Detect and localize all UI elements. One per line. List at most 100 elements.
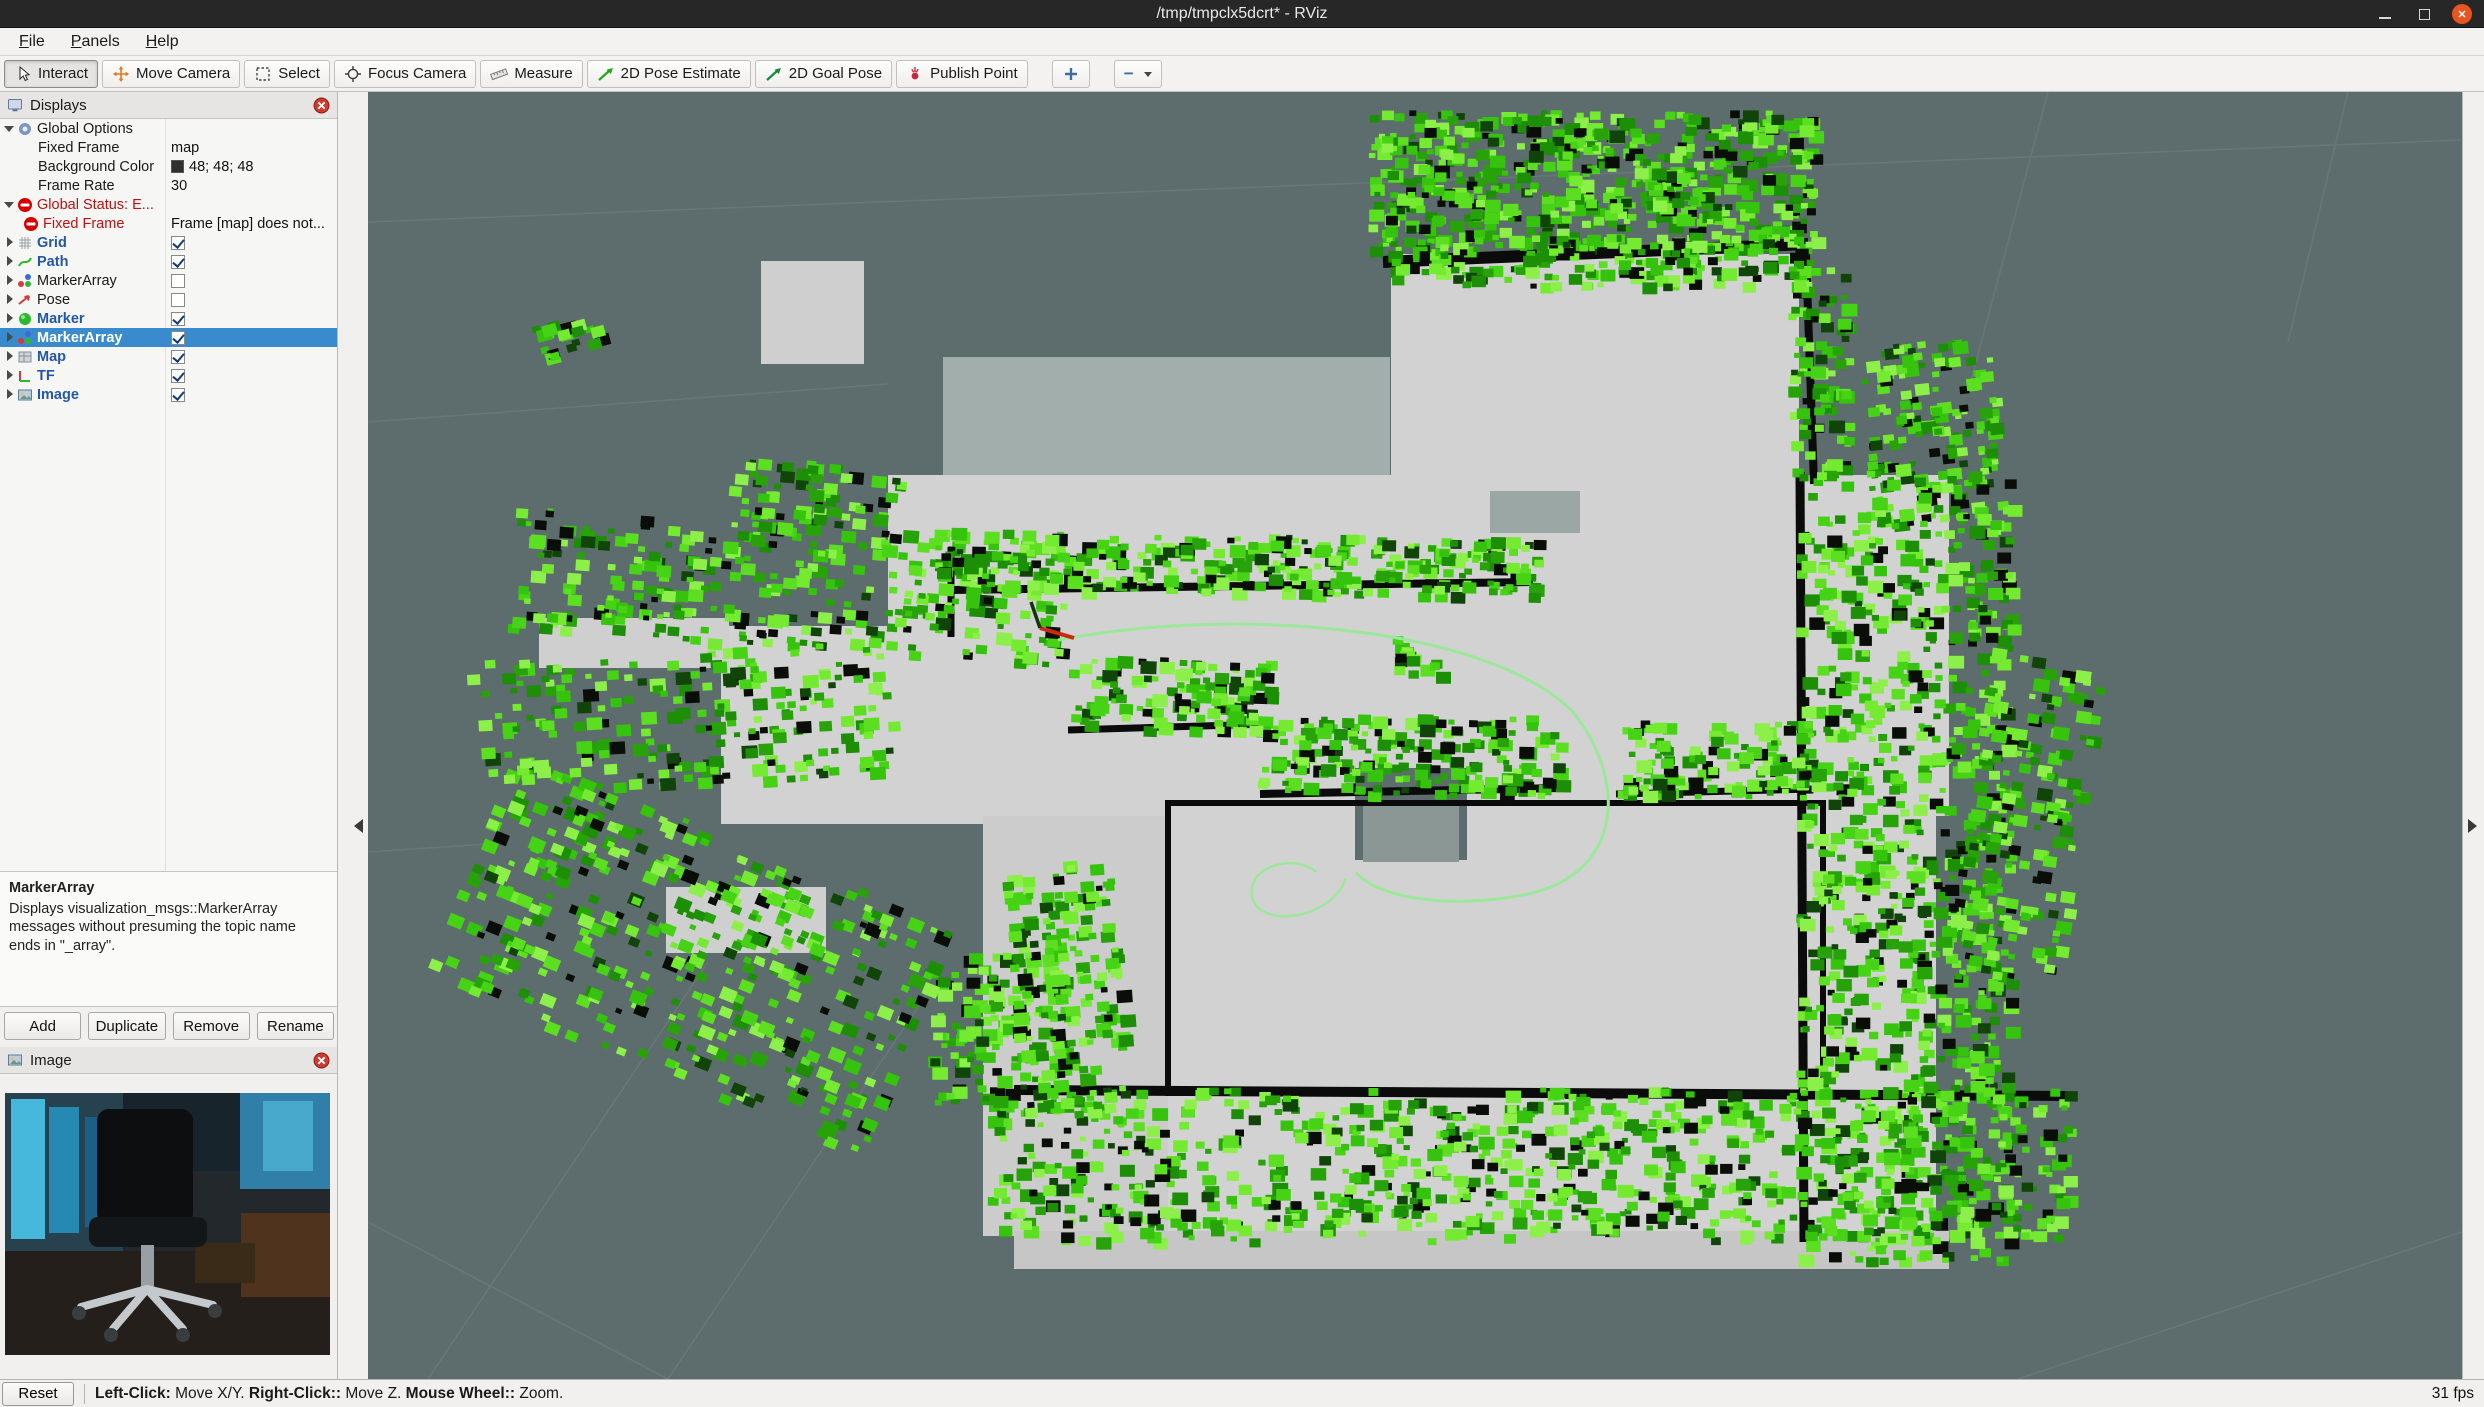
expander-icon[interactable] xyxy=(3,274,16,287)
collapse-left-arrow[interactable] xyxy=(347,819,363,833)
expander-icon[interactable] xyxy=(3,198,16,211)
row-label: Global Options xyxy=(37,121,133,137)
minimize-button[interactable] xyxy=(2374,3,2396,25)
expander-icon[interactable] xyxy=(3,312,16,325)
remove-button[interactable]: Remove xyxy=(173,1012,250,1040)
display-row-marker[interactable]: Marker xyxy=(0,309,337,328)
displays-panel: Displays Global OptionsFixed FramemapBac… xyxy=(0,92,338,1379)
reset-button[interactable]: Reset xyxy=(2,1382,74,1406)
close-button[interactable] xyxy=(2452,4,2472,24)
plus-icon xyxy=(1062,65,1080,83)
workspace: Displays Global OptionsFixed FramemapBac… xyxy=(0,92,2484,1379)
menu-item-panels[interactable]: Panels xyxy=(58,31,133,53)
image-icon xyxy=(17,387,33,403)
expander-icon[interactable] xyxy=(3,350,16,363)
display-checkbox[interactable] xyxy=(171,331,185,345)
maximize-button[interactable] xyxy=(2413,3,2435,25)
tool-2d-goal-pose[interactable]: 2D Goal Pose xyxy=(755,60,892,88)
row-label: Map xyxy=(37,349,66,365)
display-checkbox[interactable] xyxy=(171,236,185,250)
markerarray-icon xyxy=(17,273,33,289)
marker-icon xyxy=(17,311,33,327)
display-row-tf[interactable]: TF xyxy=(0,366,337,385)
row-label: MarkerArray xyxy=(37,273,117,289)
3d-viewport[interactable] xyxy=(368,92,2462,1379)
display-checkbox[interactable] xyxy=(171,274,185,288)
display-row-markerarray[interactable]: MarkerArray xyxy=(0,271,337,290)
focus-camera-icon xyxy=(344,65,362,83)
display-checkbox[interactable] xyxy=(171,350,185,364)
expander-icon[interactable] xyxy=(3,388,16,401)
expander-icon[interactable] xyxy=(3,331,16,344)
expander-icon[interactable] xyxy=(3,122,16,135)
displays-panel-header: Displays xyxy=(0,92,337,119)
expander-icon[interactable] xyxy=(3,236,16,249)
row-label: Fixed Frame xyxy=(38,140,119,156)
markerarray-icon xyxy=(17,330,33,346)
remove-tool-button[interactable]: − xyxy=(1114,60,1162,88)
rename-button[interactable]: Rename xyxy=(257,1012,334,1040)
tool-2d-pose-estimate[interactable]: 2D Pose Estimate xyxy=(587,60,751,88)
status-bar: Reset Left-Click: Move X/Y. Right-Click:… xyxy=(0,1379,2484,1407)
row-value: Frame [map] does not... xyxy=(171,216,325,232)
displays-tree: Global OptionsFixed FramemapBackground C… xyxy=(0,119,337,871)
display-row-fixed-frame[interactable]: Fixed Framemap xyxy=(0,138,337,157)
maximize-icon xyxy=(2419,9,2430,20)
move-camera-icon xyxy=(112,65,130,83)
pose-estimate-icon xyxy=(597,65,615,83)
status-help: Left-Click: Move X/Y. Right-Click:: Move… xyxy=(95,1385,563,1403)
tool-select[interactable]: Select xyxy=(244,60,330,88)
expander-icon[interactable] xyxy=(3,255,16,268)
display-row-image[interactable]: Image xyxy=(0,385,337,404)
image-panel-title: Image xyxy=(30,1052,72,1069)
interact-icon xyxy=(14,65,32,83)
row-label: Pose xyxy=(37,292,70,308)
expander-icon[interactable] xyxy=(3,293,16,306)
display-row-frame-rate[interactable]: Frame Rate30 xyxy=(0,176,337,195)
displays-close-button[interactable] xyxy=(313,97,330,114)
display-checkbox[interactable] xyxy=(171,312,185,326)
menu-item-file[interactable]: File xyxy=(6,31,58,53)
close-icon xyxy=(2457,9,2467,19)
tf-icon xyxy=(17,368,33,384)
select-icon xyxy=(254,65,272,83)
display-row-markerarray[interactable]: MarkerArray xyxy=(0,328,337,347)
tool-publish-point[interactable]: Publish Point xyxy=(896,60,1028,88)
toolbar-tools: InteractMove CameraSelectFocus CameraMea… xyxy=(4,60,1028,88)
row-label: MarkerArray xyxy=(37,330,122,346)
display-row-background-color[interactable]: Background Color48; 48; 48 xyxy=(0,157,337,176)
collapse-right-arrow[interactable] xyxy=(2468,819,2484,833)
display-checkbox[interactable] xyxy=(171,369,185,383)
right-panel-strip xyxy=(2462,92,2484,1379)
add-tool-button[interactable] xyxy=(1052,60,1090,88)
tool-interact[interactable]: Interact xyxy=(4,60,98,88)
menu-item-help[interactable]: Help xyxy=(133,31,192,53)
display-row-path[interactable]: Path xyxy=(0,252,337,271)
tool-move-camera[interactable]: Move Camera xyxy=(102,60,240,88)
display-row-pose[interactable]: Pose xyxy=(0,290,337,309)
fps-counter: 31 fps xyxy=(2432,1385,2474,1403)
display-row-fixed-frame[interactable]: Fixed FrameFrame [map] does not... xyxy=(0,214,337,233)
add-button[interactable]: Add xyxy=(4,1012,81,1040)
viewport-scene xyxy=(368,92,2462,1379)
path-icon xyxy=(17,254,33,270)
description-title: MarkerArray xyxy=(9,879,328,898)
display-row-global-status-e[interactable]: Global Status: E... xyxy=(0,195,337,214)
duplicate-button[interactable]: Duplicate xyxy=(88,1012,165,1040)
tool-measure[interactable]: Measure xyxy=(480,60,582,88)
tool-focus-camera[interactable]: Focus Camera xyxy=(334,60,476,88)
expander-icon[interactable] xyxy=(3,369,16,382)
display-row-map[interactable]: Map xyxy=(0,347,337,366)
row-label: Background Color xyxy=(38,159,154,175)
display-row-global-options[interactable]: Global Options xyxy=(0,119,337,138)
minus-icon: − xyxy=(1124,64,1134,84)
display-row-grid[interactable]: Grid xyxy=(0,233,337,252)
image-close-button[interactable] xyxy=(313,1052,330,1069)
display-checkbox[interactable] xyxy=(171,293,185,307)
display-checkbox[interactable] xyxy=(171,255,185,269)
grid-icon xyxy=(17,235,33,251)
display-checkbox[interactable] xyxy=(171,388,185,402)
row-label: Grid xyxy=(37,235,67,251)
error-icon xyxy=(17,197,33,213)
menu-bar: FilePanelsHelp xyxy=(0,28,2484,56)
